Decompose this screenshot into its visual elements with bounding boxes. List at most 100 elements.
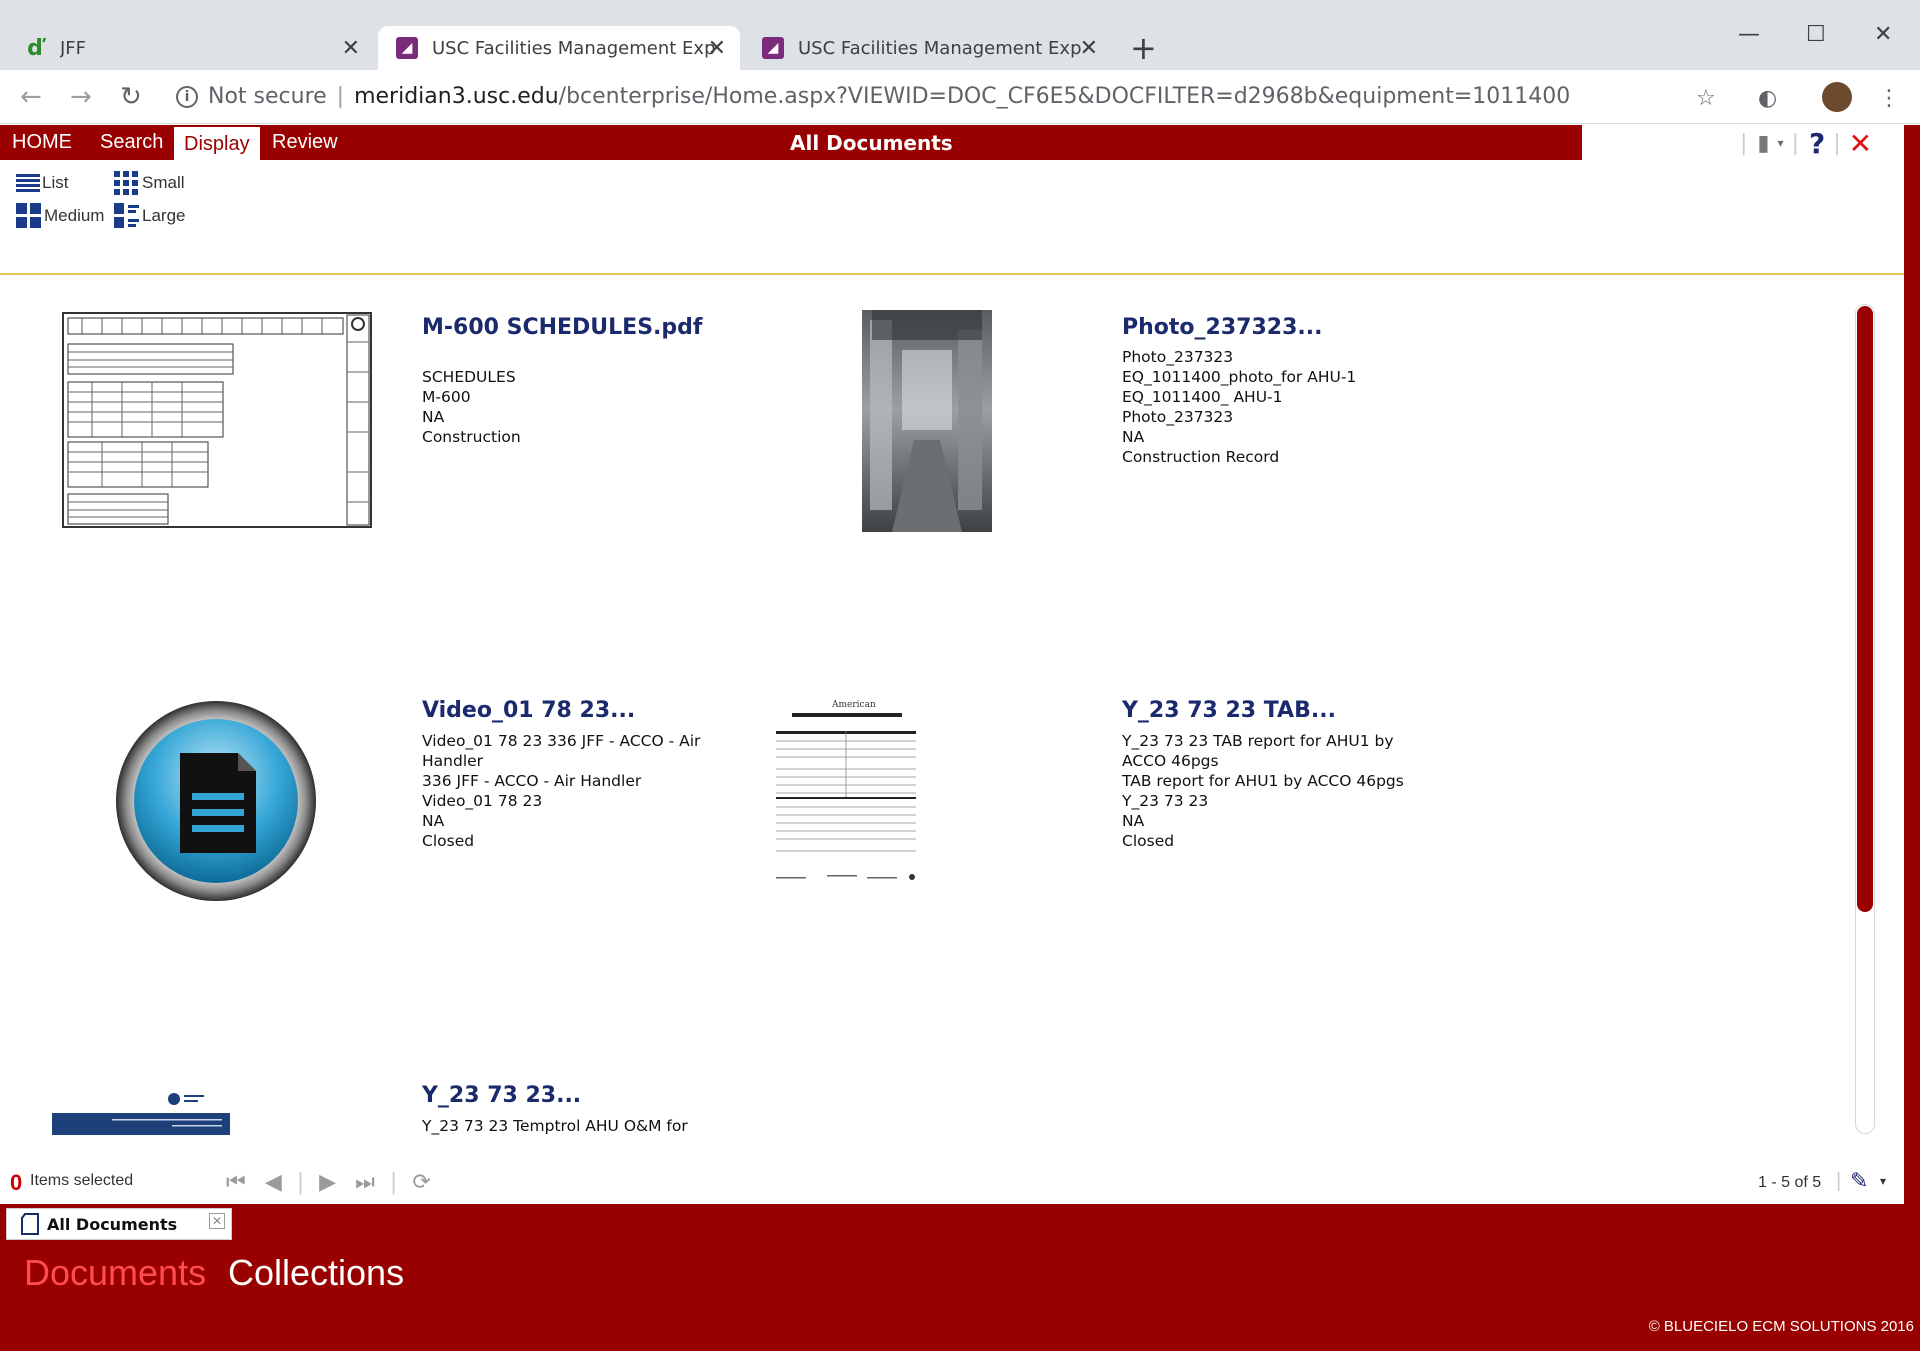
metadata-line: Y_23 73 23 xyxy=(1122,792,1209,810)
back-icon[interactable]: ← xyxy=(20,84,42,110)
bookmark-star-icon[interactable]: ☆ xyxy=(1696,88,1716,110)
document-metadata: Y_23 73 23 Temptrol AHU O&M for xyxy=(422,1116,688,1135)
prev-page-icon[interactable]: ◀ xyxy=(265,1170,282,1195)
tab-title: JFF xyxy=(60,37,87,59)
close-tab-icon[interactable]: ✕ xyxy=(1080,36,1098,61)
document-grid: M-600 SCHEDULES.pdf SCHEDULES M-600 NA C… xyxy=(0,277,1880,1135)
tab-title: USC Facilities Management Explo xyxy=(432,37,717,59)
metadata-line: Photo_237323 xyxy=(1122,348,1234,366)
url-field[interactable]: i Not secure | meridian3.usc.edu/bcenterpri… xyxy=(176,82,1570,112)
open-view-tab[interactable]: All Documents ✕ xyxy=(6,1208,232,1240)
metadata-line: NA xyxy=(1122,428,1145,446)
section-tab-documents[interactable]: Documents xyxy=(24,1252,206,1294)
url-path: /bcenterprise/Home.aspx?VIEWID=DOC_CF6E5… xyxy=(558,84,1571,109)
bookmark-icon[interactable]: ▮ xyxy=(1757,131,1769,156)
extension-icon[interactable]: ◐ xyxy=(1758,88,1777,110)
metadata-line: EQ_1011400_ AHU-1 xyxy=(1122,388,1283,406)
close-tab-icon[interactable]: ✕ xyxy=(209,1213,225,1229)
forward-icon[interactable]: → xyxy=(70,84,92,110)
page-range: 1 - 5 of 5 xyxy=(1758,1174,1822,1191)
close-icon[interactable]: ✕ xyxy=(1849,127,1872,160)
view-large-label: Large xyxy=(142,206,186,225)
browser-tab-jff[interactable]: ď JFF ✕ xyxy=(6,26,374,70)
document-thumbnail-report[interactable]: American xyxy=(772,697,922,887)
list-icon xyxy=(16,174,40,192)
view-small-button[interactable]: Small xyxy=(114,170,185,196)
document-thumbnail-manual[interactable] xyxy=(52,1089,230,1135)
meridian-icon: ◢ xyxy=(396,37,418,59)
help-icon[interactable]: ? xyxy=(1809,127,1825,160)
metadata-line: M-600 xyxy=(422,388,471,406)
document-title[interactable]: Photo_237323... xyxy=(1122,315,1322,340)
metadata-line: NA xyxy=(422,408,445,426)
open-view-tab-label: All Documents xyxy=(47,1214,178,1234)
small-grid-icon xyxy=(114,171,138,195)
selected-label: Items selected xyxy=(30,1172,134,1189)
metadata-line: NA xyxy=(422,812,445,830)
metadata-line: ACCO 46pgs xyxy=(1122,752,1219,770)
chevron-down-icon[interactable]: ▾ xyxy=(1880,1174,1886,1188)
large-tiles-icon xyxy=(114,203,139,228)
menu-review[interactable]: Review xyxy=(272,125,338,160)
tab-title: USC Facilities Management Explo xyxy=(798,37,1083,59)
chevron-down-icon[interactable]: ▾ xyxy=(1778,136,1784,150)
first-page-icon[interactable]: ⏮ xyxy=(226,1170,246,1195)
new-tab-button[interactable]: + xyxy=(1130,32,1157,64)
view-list-label: List xyxy=(42,173,69,192)
document-metadata: Video_01 78 23 336 JFF - ACCO - Air Hand… xyxy=(422,731,700,851)
next-page-icon[interactable]: ▶ xyxy=(319,1170,336,1195)
metadata-line: Y_23 73 23 Temptrol AHU O&M for xyxy=(422,1117,688,1135)
view-large-button[interactable]: Large xyxy=(114,203,185,229)
url-host: meridian3.usc.edu xyxy=(354,84,559,109)
section-tab-collections[interactable]: Collections xyxy=(228,1252,404,1294)
avatar[interactable] xyxy=(1822,82,1852,112)
metadata-line: SCHEDULES xyxy=(422,368,516,386)
document-title[interactable]: Y_23 73 23... xyxy=(422,1083,581,1108)
security-label: Not secure xyxy=(208,84,327,109)
view-small-label: Small xyxy=(142,173,185,192)
metadata-line: NA xyxy=(1122,812,1145,830)
view-medium-button[interactable]: Medium xyxy=(16,203,104,229)
tab-strip: ď JFF ✕ ◢ USC Facilities Management Expl… xyxy=(0,12,1920,70)
document-generic-icon[interactable] xyxy=(112,697,324,909)
metadata-line: Video_01 78 23 336 JFF - ACCO - Air xyxy=(422,732,701,750)
vertical-scrollbar-thumb[interactable] xyxy=(1857,306,1873,912)
header-tools: | ▮ ▾ | ? | ✕ xyxy=(1740,126,1873,160)
address-bar: ← → ↻ i Not secure | meridian3.usc.edu/bcen… xyxy=(0,70,1920,124)
maximize-icon[interactable]: ☐ xyxy=(1806,22,1826,47)
last-page-icon[interactable]: ⏭ xyxy=(355,1170,375,1195)
document-title[interactable]: Video_01 78 23... xyxy=(422,698,635,723)
document-title[interactable]: Y_23 73 23 TAB... xyxy=(1122,698,1336,723)
close-tab-icon[interactable]: ✕ xyxy=(708,36,726,61)
menu-display[interactable]: Display xyxy=(174,125,260,160)
minimize-icon[interactable]: — xyxy=(1738,22,1760,47)
menu-search[interactable]: Search xyxy=(100,125,163,160)
browser-tab-usc[interactable]: ◢ USC Facilities Management Explo ✕ xyxy=(744,26,1112,70)
app-menu-bar: HOME Search Display Review All Documents xyxy=(0,125,1582,160)
document-title[interactable]: M-600 SCHEDULES.pdf xyxy=(422,315,702,340)
metadata-line: EQ_1011400_photo_for AHU-1 xyxy=(1122,368,1357,386)
close-tab-icon[interactable]: ✕ xyxy=(342,36,360,61)
pen-icon[interactable]: ✎ xyxy=(1850,1168,1868,1194)
document-thumbnail-drawing[interactable] xyxy=(62,312,372,528)
metadata-line: Handler xyxy=(422,752,484,770)
refresh-icon[interactable]: ⟳ xyxy=(412,1170,430,1195)
metadata-line: 336 JFF - ACCO - Air Handler xyxy=(422,772,642,790)
browser-tab-usc-active[interactable]: ◢ USC Facilities Management Explo ✕ xyxy=(378,26,740,70)
menu-home[interactable]: HOME xyxy=(12,125,72,160)
close-window-icon[interactable]: ✕ xyxy=(1874,22,1892,47)
pagination: ⏮ ◀ | ▶ ⏭ | ⟳ xyxy=(226,1170,431,1195)
window-titlebar xyxy=(0,0,1920,12)
copyright: © BLUECIELO ECM SOLUTIONS 2016 xyxy=(1648,1318,1914,1335)
view-medium-label: Medium xyxy=(44,206,105,225)
view-list-button[interactable]: List xyxy=(16,170,68,196)
metadata-line: Y_23 73 23 TAB report for AHU1 by xyxy=(1122,732,1394,750)
info-icon[interactable]: i xyxy=(176,86,198,108)
document-thumbnail-photo[interactable] xyxy=(862,310,992,532)
reload-icon[interactable]: ↻ xyxy=(120,84,142,110)
metadata-line: Video_01 78 23 xyxy=(422,792,543,810)
svg-text:American: American xyxy=(831,700,876,710)
more-menu-icon[interactable]: ⋮ xyxy=(1878,88,1900,110)
metadata-line: Photo_237323 xyxy=(1122,408,1234,426)
metadata-line: Construction Record xyxy=(1122,448,1280,466)
